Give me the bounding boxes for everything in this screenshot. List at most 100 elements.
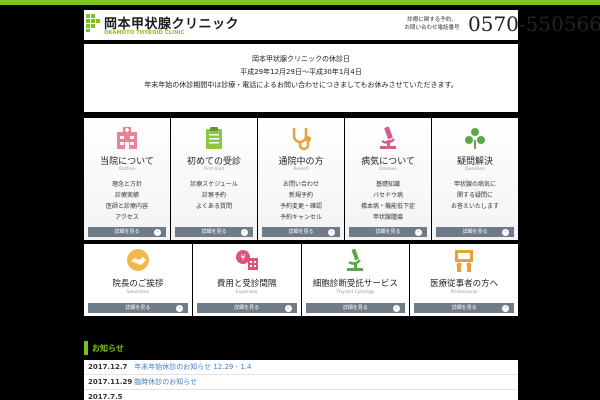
clipboard-icon (206, 127, 222, 149)
chevron-right-icon: › (502, 304, 509, 312)
menu-card-question[interactable]: 疑問解決 Question 甲状腺の病気に 関する疑問に お答えいたします 詳細… (432, 118, 518, 240)
menu-link[interactable]: 橋本病・機能低下症 (345, 201, 431, 212)
details-button[interactable]: 詳細を見る › (436, 227, 514, 237)
news-list: 2017.12.7 年末年始休診のお知らせ 12.29 - 1.4 2017.1… (84, 360, 518, 400)
menu-card-disease[interactable]: 病気について Disease 基礎知識 バセドウ病 橋本病・機能低下症 甲状腺腫… (345, 118, 431, 240)
menu-card-title: 病気について (361, 157, 415, 167)
details-button-label: 詳細を見る (125, 305, 151, 311)
chevron-right-icon: › (502, 228, 509, 236)
menu-link[interactable]: よくある質問 (171, 201, 257, 212)
menu-card-title: 院長のご挨拶 (112, 279, 164, 289)
menu-card-subtitle: Disease (379, 167, 397, 172)
menu-link[interactable]: 予約変更・確認 (258, 201, 344, 212)
news-heading-bar (84, 341, 88, 355)
presentation-icon (455, 250, 474, 272)
menu-card-subtitle: Outline (118, 167, 136, 172)
details-button[interactable]: 詳細を見る › (88, 303, 188, 313)
menu-text: 甲状腺の病気に (453, 181, 496, 188)
details-button-label: 詳細を見る (342, 305, 368, 311)
details-button[interactable]: 詳細を見る › (262, 227, 340, 237)
menu-card-links: 理念と方針 診療実績 医師と診療内容 アクセス (84, 179, 170, 223)
chevron-right-icon: › (241, 228, 248, 236)
top-accent-bar (0, 0, 600, 5)
details-button[interactable]: 詳細を見る › (196, 303, 297, 313)
menu-card-subtitle: Revisit (293, 167, 309, 172)
menu-card-subtitle: Expenses (235, 290, 258, 295)
news-item[interactable]: 2017.7.5 (84, 390, 518, 400)
menu-card-outline[interactable]: 当院について Outline 理念と方針 診療実績 医師と診療内容 アクセス 詳… (84, 118, 170, 240)
menu-link[interactable]: バセドウ病 (345, 190, 431, 201)
secondary-menu: 院長のご挨拶 Salutation 詳細を見る › ¥ 費用と受診間隔 Expen… (84, 244, 518, 316)
news-date: 2017.12.7 (88, 363, 128, 371)
menu-card-cytology[interactable]: 細胞診断受託サービス Thyroid Cytology 詳細を見る › (301, 244, 410, 316)
menu-card-subtitle: Professional (450, 290, 478, 295)
details-button-label: 詳細を見る (451, 305, 477, 311)
menu-link[interactable]: 理念と方針 (84, 179, 170, 190)
notice-line-3: 年末年始の休診期間中は診療・電話によるお問い合わせにつきましてもお休みさせていた… (144, 81, 458, 89)
news-date: 2017.7.5 (88, 393, 123, 400)
menu-card-title: 当院について (100, 157, 154, 167)
menu-card-title: 初めての受診 (186, 157, 241, 167)
yen-calendar-icon: ¥ (235, 250, 258, 270)
menu-card-professional[interactable]: 医療従事者の方へ Professional 詳細を見る › (410, 244, 518, 316)
details-button-label: 詳細を見る (375, 229, 401, 235)
hospital-icon (117, 127, 137, 149)
menu-card-revisit[interactable]: 通院中の方 Revisit お問い合わせ 新規予約 予約変更・確認 予約キャンセ… (258, 118, 344, 240)
news-title-link[interactable]: 年末年始休診のお知らせ 12.29 - 1.4 (134, 363, 251, 371)
menu-card-first-visit[interactable]: 初めての受診 First Visit 診療スケジュール 診察予約 よくある質問 … (171, 118, 257, 240)
notice-line-2: 平成29年12月29日〜平成30年1月4日 (240, 68, 362, 76)
details-button-label: 詳細を見る (462, 229, 488, 235)
menu-link[interactable]: 基礎知識 (345, 179, 431, 190)
news-heading-label: お知らせ (92, 344, 124, 353)
menu-link[interactable]: 診察予約 (171, 190, 257, 201)
details-button[interactable]: 詳細を見る › (175, 227, 253, 237)
logo-icon (86, 14, 100, 32)
menu-card-title: 医療従事者の方へ (430, 279, 499, 289)
details-button[interactable]: 詳細を見る › (414, 303, 514, 313)
menu-link[interactable]: 診療スケジュール (171, 179, 257, 190)
chevron-right-icon: › (393, 304, 401, 312)
menu-card-subtitle: Thyroid Cytology (336, 290, 375, 295)
menu-card-title: 細胞診断受託サービス (312, 279, 398, 289)
menu-card-links: お問い合わせ 新規予約 予約変更・確認 予約キャンセル (258, 179, 344, 223)
menu-card-links: 診療スケジュール 診察予約 よくある質問 (171, 179, 257, 212)
menu-card-expenses[interactable]: ¥ 費用と受診間隔 Expenses 詳細を見る › (192, 244, 301, 316)
details-button-label: 詳細を見る (114, 229, 140, 235)
site-header: 岡本甲状腺クリニック OKAMOTO THYROID CLINIC 診療に関する… (84, 10, 600, 40)
question-icon (465, 128, 485, 149)
microscope-icon (347, 248, 364, 271)
menu-card-subtitle: Question (464, 167, 486, 172)
news-title-link[interactable]: 臨時休診のお知らせ (134, 378, 197, 386)
tel-note-line-1: 診療に関する予約、 (407, 17, 457, 23)
holiday-notice: 岡本甲状腺クリニックの休診日 平成29年12月29日〜平成30年1月4日 年末年… (84, 44, 518, 112)
microscope-icon (380, 126, 396, 149)
chevron-right-icon: › (175, 304, 183, 312)
news-item[interactable]: 2017.11.29 臨時休診のお知らせ (84, 375, 518, 390)
menu-link[interactable]: 診療実績 (84, 190, 170, 201)
svg-text:¥: ¥ (240, 253, 245, 262)
menu-link[interactable]: アクセス (84, 212, 170, 223)
chevron-right-icon: › (284, 304, 292, 312)
chevron-right-icon: › (328, 228, 335, 236)
phone-number[interactable]: 0570-550566 (468, 12, 600, 36)
chevron-right-icon: › (415, 228, 422, 236)
menu-link[interactable]: 甲状腺腫瘍 (345, 212, 431, 223)
menu-card-title: 通院中の方 (278, 157, 324, 167)
menu-link[interactable]: お問い合わせ (258, 179, 344, 190)
menu-link[interactable]: 新規予約 (258, 190, 344, 201)
menu-card-subtitle: Salutation (126, 290, 150, 295)
details-button[interactable]: 詳細を見る › (349, 227, 427, 237)
news-heading: お知らせ (84, 341, 518, 355)
details-button[interactable]: 詳細を見る › (305, 303, 406, 313)
tel-note-line-2: お問い合わせ電話番号 (404, 25, 460, 31)
menu-card-salutation[interactable]: 院長のご挨拶 Salutation 詳細を見る › (84, 244, 192, 316)
news-item[interactable]: 2017.12.7 年末年始休診のお知らせ 12.29 - 1.4 (84, 360, 518, 375)
menu-link[interactable]: 医師と診療内容 (84, 201, 170, 212)
menu-link[interactable]: 予約キャンセル (258, 212, 344, 223)
details-button-label: 詳細を見る (288, 229, 314, 235)
details-button[interactable]: 詳細を見る › (88, 227, 166, 237)
main-menu: 当院について Outline 理念と方針 診療実績 医師と診療内容 アクセス 詳… (84, 118, 518, 240)
news-date: 2017.11.29 (88, 378, 133, 386)
menu-card-links: 基礎知識 バセドウ病 橋本病・機能低下症 甲状腺腫瘍 (345, 179, 431, 223)
menu-card-subtitle: First Visit (203, 167, 225, 172)
